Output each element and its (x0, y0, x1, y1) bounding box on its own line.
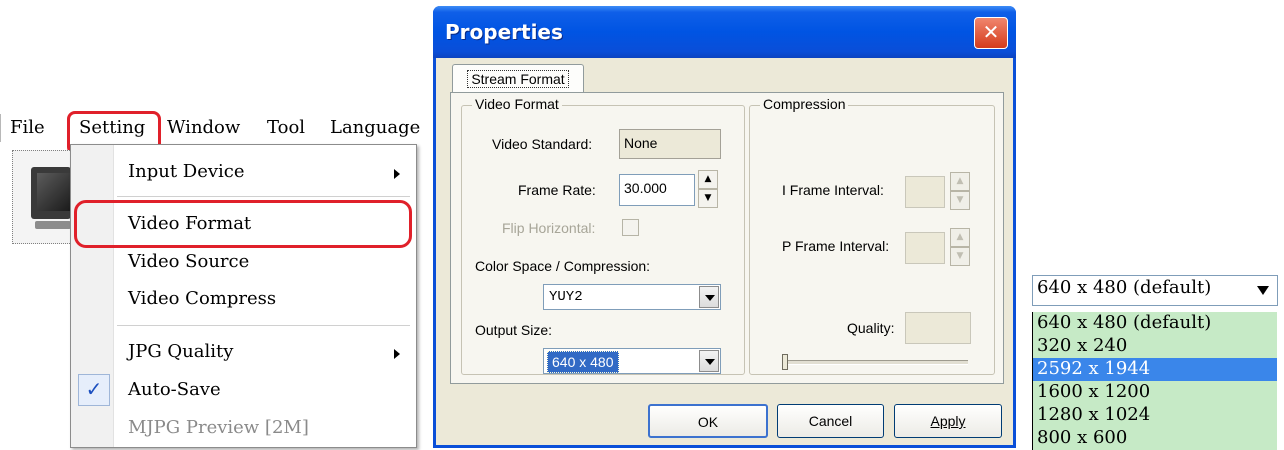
menu-item-auto-save[interactable]: Auto-Save (128, 379, 221, 400)
i-frame-interval-label: I Frame Interval: (782, 182, 884, 198)
flip-horizontal-checkbox (622, 219, 639, 236)
close-button[interactable]: ✕ (974, 17, 1008, 49)
resolution-select[interactable]: 640 x 480 (default) (1032, 275, 1278, 306)
resolution-options-list: 640 x 480 (default) 320 x 240 2592 x 194… (1032, 312, 1277, 450)
output-size-value: 640 x 480 (547, 351, 619, 373)
color-space-value: YUY2 (549, 289, 583, 305)
resolution-option[interactable]: 320 x 240 (1033, 335, 1277, 358)
menu-panel: File Setting Window Tool Language Input … (0, 0, 420, 450)
tab-panel: Video Format Video Standard: None Frame … (450, 92, 1004, 384)
menubar-left-edge (0, 114, 1, 142)
chevron-down-icon (705, 295, 715, 301)
resolution-option[interactable]: 800 x 600 (1033, 427, 1277, 450)
quality-input (905, 312, 971, 344)
combo-dropdown-button[interactable] (699, 286, 719, 308)
resolution-option-highlighted[interactable]: 2592 x 1944 (1033, 358, 1277, 381)
output-size-select[interactable]: 640 x 480 (543, 348, 721, 374)
frame-rate-spinner: ▲ ▼ (698, 170, 718, 208)
menu-window[interactable]: Window (167, 117, 240, 138)
properties-dialog: Properties ✕ Stream Format Video Format … (433, 6, 1016, 448)
spin-up-button[interactable]: ▲ (698, 170, 718, 189)
i-frame-spinner: ▲ ▼ (950, 172, 970, 210)
i-frame-interval-input (905, 176, 945, 208)
spin-down-button: ▼ (950, 191, 970, 210)
submenu-arrow-icon (394, 169, 400, 179)
resolution-option[interactable]: 640 x 480 (default) (1033, 312, 1277, 335)
resolution-option[interactable]: 1280 x 1024 (1033, 404, 1277, 427)
combo-dropdown-button[interactable] (699, 350, 719, 372)
video-format-group: Video Format Video Standard: None Frame … (461, 96, 745, 375)
dialog-title: Properties (445, 20, 563, 44)
tab-label: Stream Format (467, 70, 569, 88)
quality-label: Quality: (847, 320, 895, 336)
checkmark-icon: ✓ (78, 374, 110, 406)
compression-group-label: Compression (760, 96, 849, 112)
video-format-highlight-outline (74, 200, 412, 248)
quality-slider-track (782, 360, 968, 365)
title-bar[interactable]: Properties ✕ (433, 6, 1016, 58)
frame-rate-label: Frame Rate: (518, 182, 596, 198)
p-frame-interval-label: P Frame Interval: (782, 238, 890, 254)
menu-language[interactable]: Language (330, 117, 420, 138)
preview-window-fragment (12, 150, 72, 244)
compression-group: Compression I Frame Interval: ▲ ▼ P Fram… (749, 96, 995, 375)
spin-down-button: ▼ (950, 247, 970, 266)
tab-stream-format[interactable]: Stream Format (452, 64, 584, 95)
p-frame-spinner: ▲ ▼ (950, 228, 970, 266)
spin-up-button: ▲ (950, 172, 970, 191)
resolution-option[interactable]: 1600 x 1200 (1033, 381, 1277, 404)
video-format-group-label: Video Format (472, 96, 562, 112)
resolution-selected-value: 640 x 480 (default) (1037, 277, 1212, 298)
color-space-label: Color Space / Compression: (475, 258, 651, 274)
menu-tool[interactable]: Tool (267, 117, 305, 138)
menu-item-mjpg-preview: MJPG Preview [2M] (128, 417, 309, 438)
setting-dropdown-menu: Input Device Video Format Video Source V… (70, 144, 417, 448)
spin-up-button: ▲ (950, 228, 970, 247)
monitor-stand (35, 221, 71, 229)
monitor-screen (37, 173, 71, 211)
frame-rate-input[interactable]: 30.000 (619, 174, 695, 206)
menu-item-jpg-quality[interactable]: JPG Quality (128, 341, 233, 362)
chevron-down-icon (705, 359, 715, 365)
color-space-select[interactable]: YUY2 (543, 284, 721, 310)
spin-down-button[interactable]: ▼ (698, 189, 718, 208)
menu-item-video-compress[interactable]: Video Compress (128, 288, 276, 309)
apply-button[interactable]: Apply (894, 404, 1002, 438)
menu-file[interactable]: File (10, 117, 45, 138)
flip-horizontal-label: Flip Horizontal: (502, 220, 596, 236)
video-standard-label: Video Standard: (492, 136, 593, 152)
video-standard-field: None (619, 129, 721, 159)
ok-button[interactable]: OK (648, 404, 768, 438)
menu-item-input-device[interactable]: Input Device (128, 161, 245, 182)
chevron-down-icon[interactable] (1257, 286, 1269, 295)
quality-slider-thumb (782, 354, 788, 370)
menu-item-video-source[interactable]: Video Source (128, 251, 249, 272)
submenu-arrow-icon (394, 349, 400, 359)
cancel-button[interactable]: Cancel (777, 404, 884, 438)
output-size-label: Output Size: (475, 322, 553, 338)
menu-separator (117, 325, 410, 326)
menu-separator (117, 196, 410, 197)
p-frame-interval-input (905, 232, 945, 264)
